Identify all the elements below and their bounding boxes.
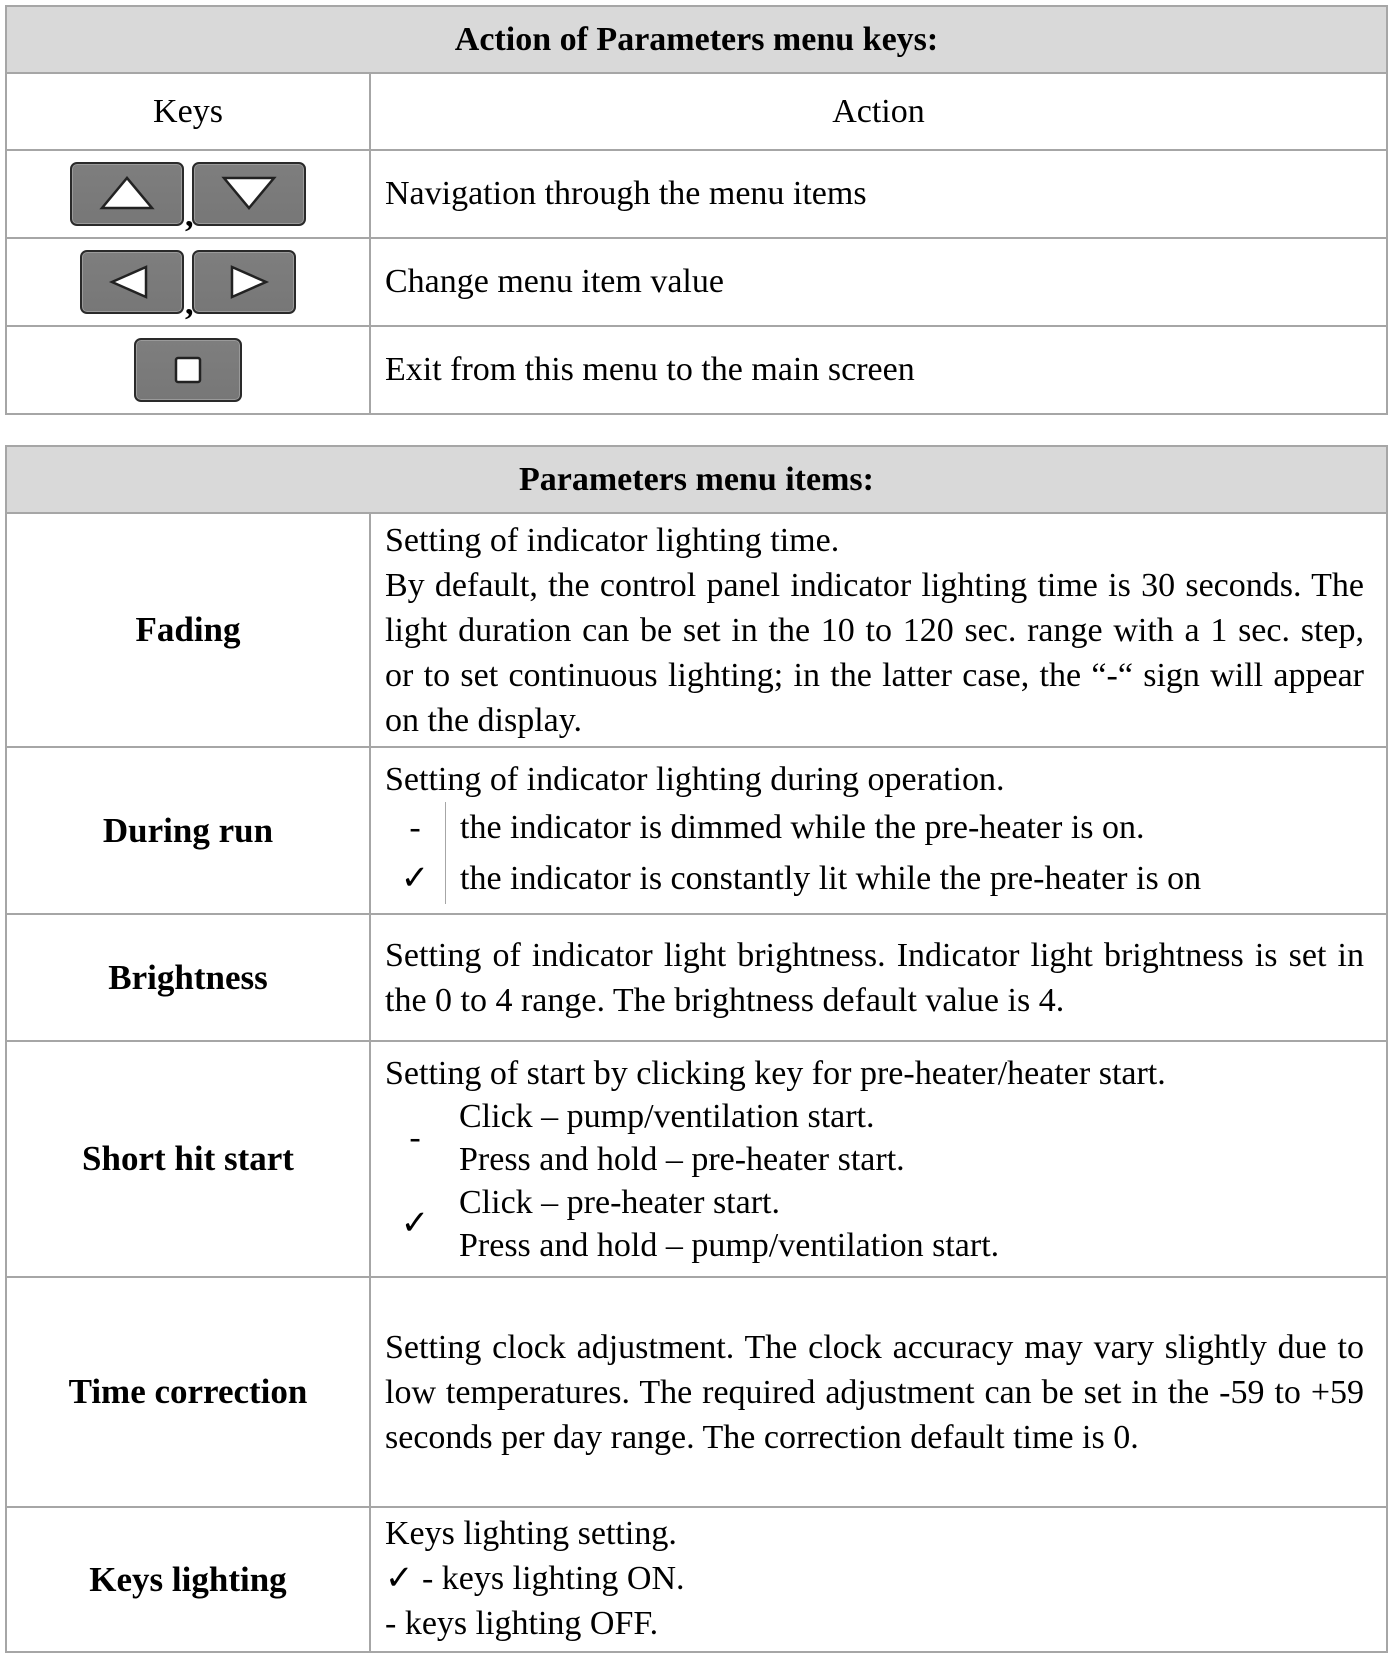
description-line: By default, the control panel indicator … [385,566,1364,739]
item-description: Setting of indicator light brightness. I… [369,913,1388,1042]
check-icon: ✓ [385,853,446,904]
keys-column-header: Keys [5,72,371,151]
description-line: Setting of indicator light brightness. I… [385,936,1364,1019]
option-line: Press and hold – pump/ventilation start. [459,1226,1000,1264]
description-line: Keys lighting setting. [385,1515,677,1552]
item-description: Keys lighting setting. ✓ - keys lighting… [369,1506,1388,1653]
item-name-fading: Fading [5,512,371,748]
key-pair-cell: , [5,237,371,327]
dash-symbol: - [409,1119,421,1156]
key-cell [5,325,371,415]
item-name-keys-lighting: Keys lighting [5,1506,371,1653]
item-name-during-run: During run [5,746,371,915]
option-line: Press and hold – pre-heater start. [459,1140,905,1178]
description-intro: Setting of start by clicking key for pre… [385,1054,1166,1092]
key-separator: , [185,197,194,234]
action-text: Navigation through the menu items [369,149,1388,239]
table-row: Fading Setting of indicator lighting tim… [5,512,1388,748]
description-line: - keys lighting OFF. [385,1605,659,1642]
parameters-items-table: Parameters menu items: Fading Setting of… [5,445,1388,1653]
key-pair-cell: , [5,149,371,239]
keys-action-table: Action of Parameters menu keys: Keys Act… [5,5,1388,415]
option-text: Click – pump/ventilation start. Press an… [445,1095,1364,1181]
item-description: Setting of indicator lighting during ope… [369,746,1388,915]
left-arrow-key-icon [80,250,184,314]
action-column-header: Action [369,72,1388,151]
action-text: Exit from this menu to the main screen [369,325,1388,415]
option-row: - Click – pump/ventilation start. Press … [385,1095,1364,1181]
item-description: Setting of indicator lighting time. By d… [369,512,1388,748]
table-row: Time correction Setting clock adjustment… [5,1276,1388,1508]
description-line: ✓ - keys lighting ON. [385,1560,685,1597]
option-line: Click – pump/ventilation start. [459,1097,875,1135]
items-table-title: Parameters menu items: [5,445,1388,514]
description-intro: Setting of indicator lighting during ope… [385,761,1005,798]
dash-symbol: - [385,802,446,853]
option-row: ✓ Click – pre-heater start. Press and ho… [385,1181,1364,1267]
right-arrow-key-icon [192,250,296,314]
item-description: Setting of start by clicking key for pre… [369,1040,1388,1278]
item-description: Setting clock adjustment. The clock accu… [369,1276,1388,1508]
option-text: the indicator is constantly lit while th… [460,860,1202,897]
item-name-time-correction: Time correction [5,1276,371,1508]
description-line: Setting of indicator lighting time. [385,521,840,559]
table-row: During run Setting of indicator lighting… [5,746,1388,915]
option-row: - the indicator is dimmed while the pre-… [385,802,1364,853]
description-line: Setting clock adjustment. The clock accu… [385,1328,1364,1456]
item-name-brightness: Brightness [5,913,371,1042]
key-separator: , [185,285,194,322]
table-row: Keys lighting Keys lighting setting. ✓ -… [5,1506,1388,1653]
option-row: ✓ the indicator is constantly lit while … [385,853,1364,904]
keys-table-title: Action of Parameters menu keys: [5,5,1388,74]
option-text: the indicator is dimmed while the pre-he… [460,809,1145,846]
check-icon: ✓ [400,1205,430,1242]
table-row: Exit from this menu to the main screen [5,325,1388,415]
table-row: Short hit start Setting of start by clic… [5,1040,1388,1278]
down-arrow-key-icon [192,162,306,226]
table-row: , Navigation through the menu items [5,149,1388,239]
item-name-short-hit-start: Short hit start [5,1040,371,1278]
table-row: , Change menu item value [5,237,1388,327]
option-line: Click – pre-heater start. [459,1183,780,1221]
up-arrow-key-icon [70,162,184,226]
stop-square-key-icon [134,338,242,402]
table-row: Brightness Setting of indicator light br… [5,913,1388,1042]
action-text: Change menu item value [369,237,1388,327]
option-text: Click – pre-heater start. Press and hold… [445,1181,1364,1267]
